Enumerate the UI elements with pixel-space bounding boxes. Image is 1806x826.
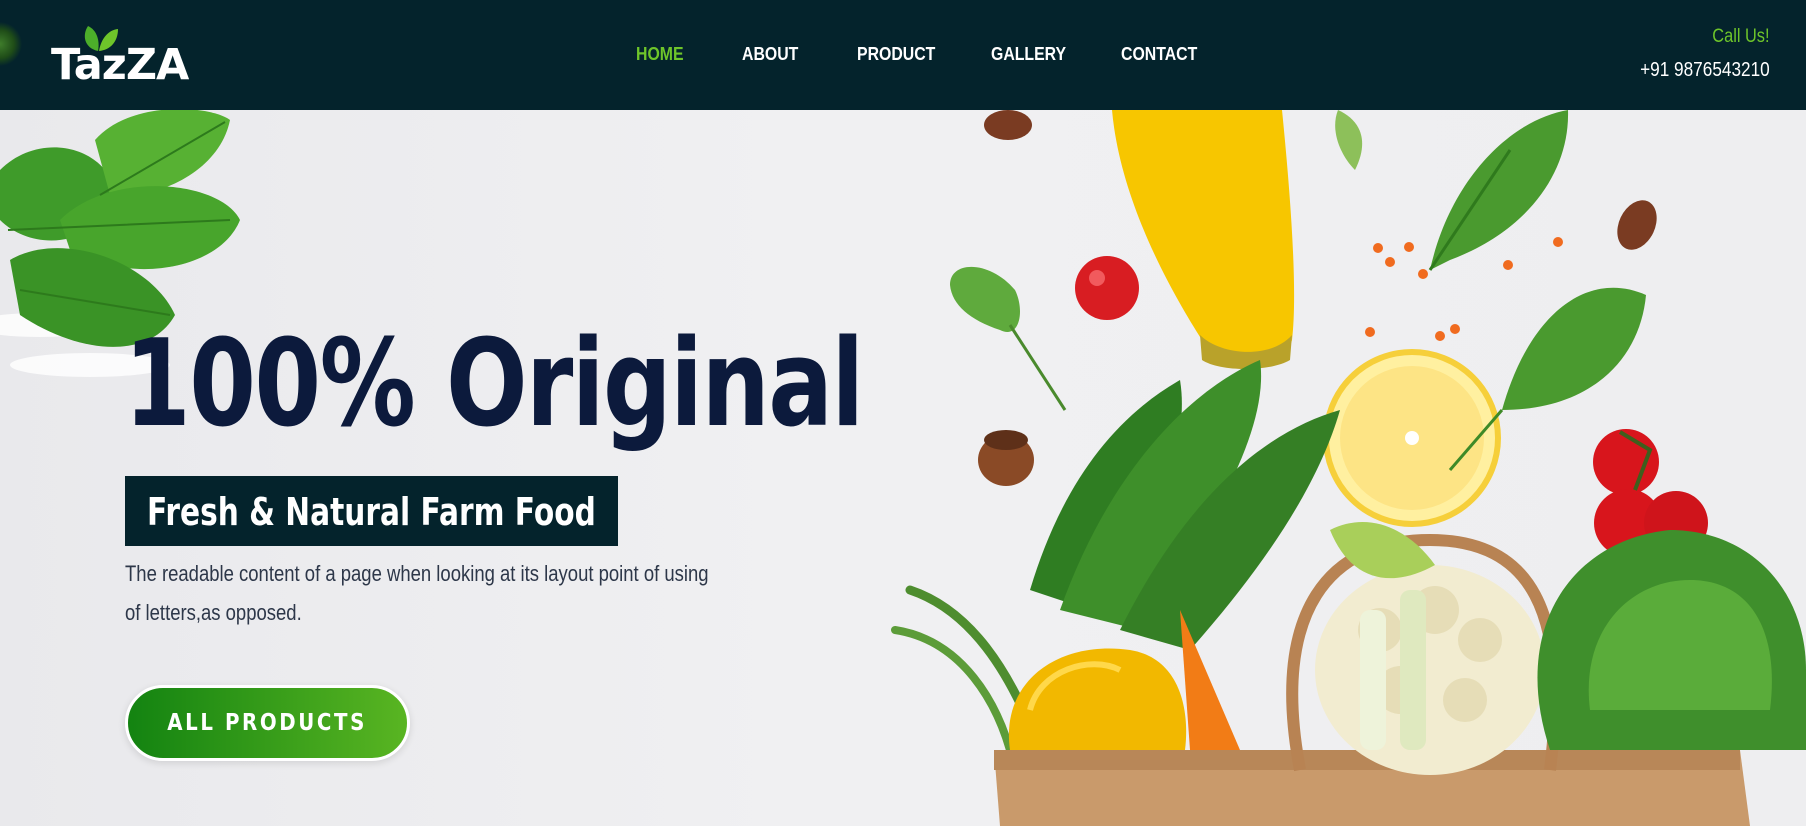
phone-number[interactable]: +91 9876543210 bbox=[1640, 59, 1770, 82]
nav-item-home[interactable]: HOME bbox=[636, 44, 684, 65]
site-header: TazZA HOME ABOUT PRODUCT GALLERY CONTACT… bbox=[0, 0, 1806, 110]
main-nav: HOME ABOUT PRODUCT GALLERY CONTACT bbox=[0, 44, 1806, 68]
hero-section: 100% Original Fresh & Natural Farm Food … bbox=[0, 110, 1806, 826]
nav-item-gallery[interactable]: GALLERY bbox=[991, 44, 1066, 65]
hero-title: 100% Original bbox=[124, 315, 864, 454]
subtitle-banner: Fresh & Natural Farm Food bbox=[125, 476, 618, 546]
all-products-button-label: ALL PRODUCTS bbox=[167, 710, 368, 736]
vegetable-bag-image bbox=[891, 110, 1806, 826]
nav-item-product[interactable]: PRODUCT bbox=[857, 44, 935, 65]
hero-description: The readable content of a page when look… bbox=[125, 561, 709, 625]
hero-subtitle: Fresh & Natural Farm Food bbox=[147, 490, 596, 534]
nav-item-about[interactable]: ABOUT bbox=[742, 44, 798, 65]
call-us-label: Call Us! bbox=[1712, 26, 1770, 47]
nav-item-contact[interactable]: CONTACT bbox=[1121, 44, 1197, 65]
all-products-button[interactable]: ALL PRODUCTS bbox=[125, 685, 410, 761]
